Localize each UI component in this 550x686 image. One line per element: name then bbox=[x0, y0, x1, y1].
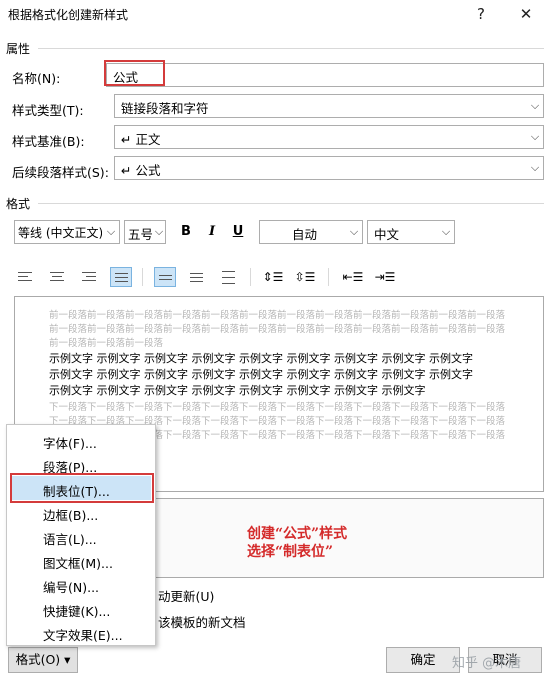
menu-item-shortcut-key[interactable]: 快捷键(K)... bbox=[43, 601, 110, 620]
menu-item-border[interactable]: 边框(B)... bbox=[43, 505, 98, 524]
preview-previous-line: 前一段落前一段落前一段落前一段落前一段落前一段落前一段落前一段落前一段落前一段落… bbox=[49, 310, 506, 321]
watermark: 知乎 @木唐 bbox=[452, 656, 522, 671]
divider bbox=[38, 48, 544, 49]
bold-button[interactable]: B bbox=[175, 222, 197, 242]
format-section-label: 格式 bbox=[6, 197, 31, 211]
new-template-docs-label[interactable]: 该模板的新文档 bbox=[158, 612, 246, 631]
divider bbox=[38, 203, 544, 204]
align-left-icon[interactable] bbox=[14, 267, 36, 287]
name-highlight-box bbox=[104, 60, 165, 86]
dialog-title: 根据格式化创建新样式 bbox=[8, 8, 129, 22]
chevron-down-icon: ⌵ bbox=[345, 221, 362, 243]
style-base-label: 样式基准(B): bbox=[12, 134, 85, 149]
annotation-line-1: 创建“公式”样式 bbox=[247, 526, 348, 542]
chevron-down-icon: ⌵ bbox=[526, 157, 543, 179]
name-label: 名称(N): bbox=[12, 71, 61, 86]
divider bbox=[250, 268, 251, 286]
auto-update-checkbox-label[interactable]: 动更新(U) bbox=[158, 586, 214, 605]
preview-sample-line: 示例文字 示例文字 示例文字 示例文字 示例文字 示例文字 示例文字 示例文字 … bbox=[49, 352, 473, 365]
name-field[interactable]: 公式 bbox=[106, 63, 544, 87]
chevron-down-icon: ⌵ bbox=[526, 95, 543, 117]
properties-section-label: 属性 bbox=[6, 42, 31, 56]
chevron-down-icon: ⌵ bbox=[152, 221, 165, 243]
language-value: 中文 bbox=[374, 227, 400, 242]
menu-item-text-effects[interactable]: 文字效果(E)... bbox=[43, 625, 123, 644]
close-button[interactable]: ✕ bbox=[515, 3, 537, 25]
chevron-down-icon: ⌵ bbox=[526, 126, 543, 148]
ok-button[interactable]: 确定 bbox=[386, 647, 460, 673]
justify-icon[interactable] bbox=[110, 267, 132, 287]
preview-previous-line: 前一段落前一段落前一段落 bbox=[49, 338, 164, 349]
one-half-spacing-icon[interactable] bbox=[186, 267, 208, 287]
divider bbox=[328, 268, 329, 286]
align-right-icon[interactable] bbox=[78, 267, 100, 287]
double-spacing-icon[interactable] bbox=[218, 267, 240, 287]
divider bbox=[142, 268, 143, 286]
menu-item-frame[interactable]: 图文框(M)... bbox=[43, 553, 113, 572]
increase-spacing-icon[interactable]: ⇕☰ bbox=[262, 267, 284, 287]
annotation-line-2: 选择“制表位” bbox=[247, 544, 334, 560]
decrease-spacing-icon[interactable]: ⇳☰ bbox=[294, 267, 316, 287]
size-select[interactable]: 五号 ⌵ bbox=[124, 220, 166, 244]
align-center-icon[interactable] bbox=[46, 267, 68, 287]
title-bar: 根据格式化创建新样式 ? ✕ bbox=[0, 0, 550, 28]
single-spacing-icon[interactable] bbox=[154, 267, 176, 287]
font-value: 等线 (中文正文) bbox=[18, 226, 104, 240]
language-select[interactable]: 中文 ⌵ bbox=[367, 220, 455, 244]
font-color-value: 自动 bbox=[292, 227, 318, 242]
style-type-select[interactable]: 链接段落和字符 ⌵ bbox=[114, 94, 544, 118]
increase-indent-icon[interactable]: ⇥☰ bbox=[374, 267, 396, 287]
italic-button[interactable]: I bbox=[201, 222, 223, 242]
next-style-label: 后续段落样式(S): bbox=[12, 165, 109, 180]
underline-button[interactable]: U bbox=[227, 222, 249, 242]
format-dropdown-menu: 字体(F)... 段落(P)... 制表位(T)... 边框(B)... 语言(… bbox=[6, 424, 156, 646]
menu-item-language[interactable]: 语言(L)... bbox=[43, 529, 97, 548]
style-type-label: 样式类型(T): bbox=[12, 103, 84, 118]
preview-previous-line: 前一段落前一段落前一段落前一段落前一段落前一段落前一段落前一段落前一段落前一段落… bbox=[49, 324, 506, 335]
font-color-select[interactable]: 自动 ⌵ bbox=[259, 220, 363, 244]
format-menu-button[interactable]: 格式(O) ▾ bbox=[8, 647, 78, 673]
next-style-select[interactable]: ↵ 公式 ⌵ bbox=[114, 156, 544, 180]
decrease-indent-icon[interactable]: ⇤☰ bbox=[342, 267, 364, 287]
help-button[interactable]: ? bbox=[470, 3, 492, 25]
preview-sample-line: 示例文字 示例文字 示例文字 示例文字 示例文字 示例文字 示例文字 示例文字 … bbox=[49, 368, 473, 381]
style-base-select[interactable]: ↵ 正文 ⌵ bbox=[114, 125, 544, 149]
font-select[interactable]: 等线 (中文正文) ⌵ bbox=[14, 220, 120, 244]
style-base-value: ↵ 正文 bbox=[121, 132, 161, 147]
menu-item-font[interactable]: 字体(F)... bbox=[43, 433, 97, 452]
chevron-down-icon: ⌵ bbox=[102, 221, 119, 243]
preview-sample-line: 示例文字 示例文字 示例文字 示例文字 示例文字 示例文字 示例文字 示例文字 bbox=[49, 384, 426, 397]
style-type-value: 链接段落和字符 bbox=[121, 101, 209, 116]
chevron-down-icon: ⌵ bbox=[437, 221, 454, 243]
menu-item-numbering[interactable]: 编号(N)... bbox=[43, 577, 99, 596]
preview-next-line: 下一段落下一段落下一段落下一段落下一段落下一段落下一段落下一段落下一段落下一段落… bbox=[49, 402, 506, 413]
next-style-value: ↵ 公式 bbox=[121, 163, 161, 178]
tabs-highlight-box bbox=[10, 473, 154, 503]
size-value: 五号 bbox=[128, 227, 154, 242]
